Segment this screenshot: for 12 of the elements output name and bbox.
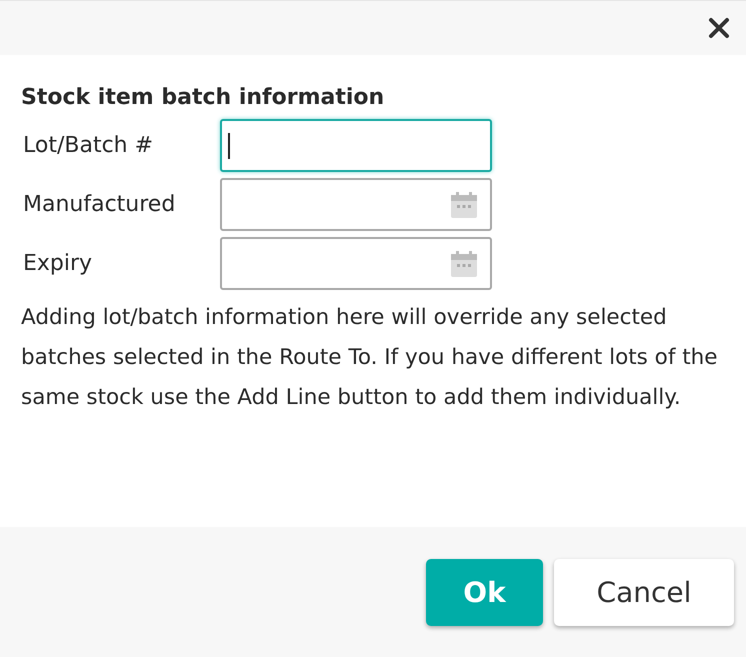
field-label: Expiry: [22, 251, 94, 276]
field-label: Lot/Batch #: [22, 133, 154, 158]
calendar-icon[interactable]: [450, 250, 478, 278]
close-icon[interactable]: [708, 17, 730, 39]
dialog-title: Stock item batch information: [21, 84, 386, 112]
calendar-icon[interactable]: [450, 190, 478, 218]
field-label: Manufactured: [22, 192, 176, 217]
info-text: Adding lot/batch information here will override any selected batches selected in the Route To. If you have different lots of the same stock use the Add Line button to add them individually.: [21, 304, 719, 412]
date-field[interactable]: [220, 237, 492, 290]
input-field[interactable]: [220, 119, 492, 172]
cancel-button[interactable]: Cancel: [554, 558, 734, 626]
date-field[interactable]: [220, 178, 492, 231]
